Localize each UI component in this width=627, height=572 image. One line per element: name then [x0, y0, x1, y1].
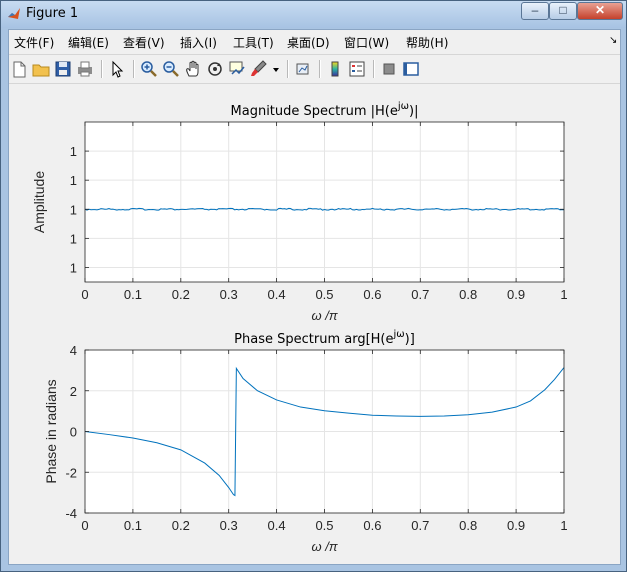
magnitude-title-main: Magnitude Spectrum |H(e [231, 104, 398, 119]
figure-window: Figure 1 – □ ✕ 文件(F) 编辑(E) 查看(V) 插入(I) 工… [0, 0, 627, 572]
zoom-in-icon[interactable] [139, 59, 159, 79]
menu-help[interactable]: 帮助(H) [406, 34, 448, 51]
menu-view[interactable]: 查看(V) [123, 34, 165, 51]
brush-icon[interactable] [249, 59, 269, 79]
x-tick-label: 1 [560, 287, 567, 302]
y-tick-label: 1 [70, 173, 77, 188]
menu-insert[interactable]: 插入(I) [180, 34, 217, 51]
x-tick-label: 0.7 [411, 518, 429, 533]
y-tick-label: 1 [70, 231, 77, 246]
magnitude-title: Magnitude Spectrum |H(ejω)| [231, 101, 419, 119]
magnitude-ylabel: Amplitude [31, 171, 47, 233]
phase-axes[interactable]: 0 0.1 0.2 0.3 0.4 0.5 0.6 0.7 0.8 0.9 1 -4 -2 0 2 4 Pha… [43, 329, 568, 554]
colorbar-icon[interactable] [325, 59, 345, 79]
x-tick-label: 0.7 [411, 287, 429, 302]
new-figure-icon[interactable] [9, 59, 29, 79]
x-tick-label: 0.8 [459, 287, 477, 302]
x-tick-label: 0.1 [124, 518, 142, 533]
rotate-3d-icon[interactable] [205, 59, 225, 79]
print-icon[interactable] [75, 59, 95, 79]
y-tick-label: -4 [65, 506, 77, 521]
x-tick-label: 0.9 [507, 518, 525, 533]
x-tick-label: 0.2 [172, 518, 190, 533]
data-cursor-icon[interactable] [227, 59, 247, 79]
toolbar-separator [133, 60, 135, 78]
figure-client-area: 文件(F) 编辑(E) 查看(V) 插入(I) 工具(T) 桌面(D) 窗口(W… [8, 29, 621, 565]
legend-icon[interactable] [347, 59, 367, 79]
link-plot-icon[interactable] [293, 59, 313, 79]
magnitude-axes[interactable]: 0 0.1 0.2 0.3 0.4 0.5 0.6 0.7 0.8 0.9 1 1 1 1 1 1 Magni… [31, 101, 568, 323]
plots-svg: 0 0.1 0.2 0.3 0.4 0.5 0.6 0.7 0.8 0.9 1 1 1 1 1 1 Magni… [31, 101, 568, 554]
x-tick-label: 0.5 [315, 518, 333, 533]
x-tick-label: 0.2 [172, 287, 190, 302]
figure-canvas[interactable]: 0 0.1 0.2 0.3 0.4 0.5 0.6 0.7 0.8 0.9 1 1 1 1 1 1 Magni… [9, 85, 620, 564]
save-icon[interactable] [53, 59, 73, 79]
phase-title-superscript: jω [393, 329, 405, 340]
menu-window[interactable]: 窗口(W) [344, 34, 389, 51]
hide-plot-tools-icon[interactable] [379, 59, 399, 79]
menu-desktop[interactable]: 桌面(D) [287, 34, 330, 51]
menu-file[interactable]: 文件(F) [14, 34, 54, 51]
menu-overflow-icon[interactable]: ↘ [609, 35, 617, 46]
menu-edit[interactable]: 编辑(E) [68, 34, 109, 51]
phase-title-main: Phase Spectrum arg[H(e [234, 332, 393, 347]
phase-xlabel: ω /π [311, 539, 337, 554]
menu-tools[interactable]: 工具(T) [233, 34, 274, 51]
y-tick-label: 1 [70, 260, 77, 275]
toolbar-separator [373, 60, 375, 78]
y-tick-label: 4 [70, 343, 77, 358]
x-tick-label: 0 [81, 518, 88, 533]
pointer-icon[interactable] [107, 59, 127, 79]
x-tick-label: 0.4 [268, 518, 286, 533]
x-tick-label: 0.3 [220, 518, 238, 533]
magnitude-title-superscript: jω [397, 101, 409, 112]
toolbar-separator [319, 60, 321, 78]
show-plot-tools-icon[interactable] [401, 59, 421, 79]
phase-title-end: )] [405, 332, 415, 347]
phase-title: Phase Spectrum arg[H(ejω)] [234, 329, 415, 347]
minimize-button[interactable]: – [521, 2, 549, 20]
toolbar-separator [101, 60, 103, 78]
x-tick-label: 0.6 [363, 518, 381, 533]
toolbar-separator [287, 60, 289, 78]
x-tick-label: 0.1 [124, 287, 142, 302]
y-tick-label: -2 [65, 465, 77, 480]
x-tick-label: 0.3 [220, 287, 238, 302]
pan-hand-icon[interactable] [183, 59, 203, 79]
magnitude-title-end: )| [409, 104, 418, 119]
x-tick-label: 0.4 [268, 287, 286, 302]
maximize-button[interactable]: □ [549, 2, 577, 20]
matlab-logo-icon [8, 8, 20, 19]
y-tick-label: 1 [70, 144, 77, 159]
x-tick-label: 0.5 [315, 287, 333, 302]
brush-dropdown-icon[interactable] [271, 59, 281, 79]
x-tick-label: 1 [560, 518, 567, 533]
title-bar[interactable]: Figure 1 – □ ✕ [1, 1, 626, 28]
y-tick-label: 0 [70, 425, 77, 440]
y-tick-label: 1 [70, 202, 77, 217]
magnitude-xlabel: ω /π [311, 308, 337, 323]
zoom-out-icon[interactable] [161, 59, 181, 79]
x-tick-label: 0 [81, 287, 88, 302]
x-tick-label: 0.6 [363, 287, 381, 302]
menu-bar: 文件(F) 编辑(E) 查看(V) 插入(I) 工具(T) 桌面(D) 窗口(W… [9, 30, 620, 52]
x-tick-label: 0.8 [459, 518, 477, 533]
close-button[interactable]: ✕ [577, 2, 623, 20]
y-tick-label: 2 [70, 384, 77, 399]
x-tick-label: 0.9 [507, 287, 525, 302]
phase-ylabel: Phase in radians [43, 379, 59, 483]
open-file-icon[interactable] [31, 59, 51, 79]
window-title: Figure 1 [26, 6, 79, 21]
figure-toolbar [9, 54, 620, 84]
